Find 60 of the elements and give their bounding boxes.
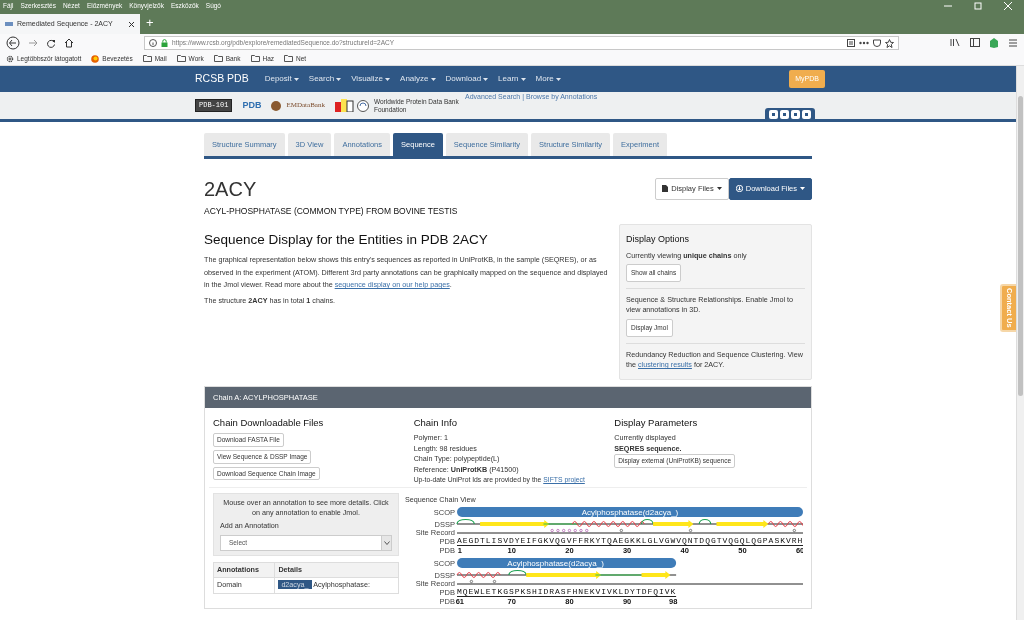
caret-icon — [336, 77, 342, 81]
maximize-icon[interactable] — [974, 2, 982, 10]
folder-icon — [284, 55, 294, 62]
folder-icon — [213, 55, 223, 62]
column-title: Chain Info — [413, 415, 458, 430]
star-icon[interactable] — [885, 38, 894, 48]
entry-id: 2ACY — [204, 179, 258, 200]
caret-icon — [800, 187, 805, 191]
column-title: Chain Downloadable Files — [213, 415, 325, 430]
sequence-text: MQEWLETKGSPKSHIDRASFHNEKVIVKLDYTDFQIVK — [457, 586, 677, 596]
domain-label: Acylphosphatase(d2acya_) — [581, 507, 679, 517]
caret-icon — [716, 187, 722, 191]
caret-icon — [483, 77, 489, 81]
nav-menu-item[interactable]: Learn — [498, 73, 526, 85]
lock-icon — [161, 39, 168, 47]
shield-icon[interactable] — [990, 38, 998, 48]
file-icon — [662, 185, 669, 193]
nav-menu-item[interactable]: Search — [308, 73, 342, 85]
nav-menu-item[interactable]: More — [535, 73, 561, 85]
back-icon[interactable] — [6, 36, 20, 50]
sequence-text: AEGDTLISVDYEIFGKVQGVFFRKYTQAEGKKLGLVGWVQNTDQGTVQGQLQGPASKVRH — [457, 535, 803, 545]
caret-icon — [430, 77, 436, 81]
folder-icon — [176, 55, 186, 62]
caret-icon — [383, 540, 390, 545]
scop-domain-bar[interactable] — [457, 506, 803, 517]
download-icon — [735, 185, 743, 193]
caret-icon — [555, 77, 561, 81]
books-icon — [334, 99, 355, 112]
panel-title: Display Options — [626, 233, 691, 246]
gear-icon — [6, 54, 14, 63]
caret-icon — [385, 77, 391, 81]
favicon-icon — [5, 21, 13, 27]
entry-title: ACYL-PHOSPHATASE (COMMON TYPE) FROM BOVINE TESTIS — [204, 205, 458, 218]
nav-menu-item[interactable]: Visualize — [351, 73, 391, 85]
reload-icon[interactable] — [46, 38, 56, 48]
library-icon[interactable] — [950, 38, 960, 47]
scop-domain-bar[interactable] — [457, 557, 677, 568]
caret-icon — [520, 77, 526, 81]
section-heading: Sequence Display for the Entities in PDB 2ACY — [204, 232, 489, 249]
nav-menu-item[interactable]: Download — [445, 73, 489, 85]
more-icon[interactable] — [859, 41, 869, 45]
close-icon[interactable] — [128, 20, 135, 28]
nav-menu-item[interactable]: Deposit — [264, 73, 299, 85]
domain-label: Acylphosphatase(d2acya_) — [507, 558, 604, 568]
reader-view-icon[interactable] — [847, 39, 855, 47]
partner-logo[interactable]: PDB — [239, 99, 265, 112]
home-icon[interactable] — [64, 38, 74, 48]
site-brand[interactable]: RCSB PDB — [195, 71, 249, 87]
new-tab-button[interactable]: + — [140, 12, 160, 34]
caret-icon — [293, 77, 299, 81]
folder-icon — [142, 55, 152, 62]
info-icon[interactable] — [149, 39, 157, 47]
scrollbar[interactable] — [1016, 66, 1024, 620]
sidebar-icon[interactable] — [970, 38, 980, 47]
forward-icon[interactable] — [28, 38, 38, 48]
emblem-icon — [271, 99, 282, 112]
folder-icon — [250, 55, 260, 62]
nav-menu-item[interactable]: Analyze — [400, 73, 436, 85]
column-title: Display Parameters — [614, 415, 699, 430]
menu-icon[interactable] — [1008, 38, 1018, 48]
